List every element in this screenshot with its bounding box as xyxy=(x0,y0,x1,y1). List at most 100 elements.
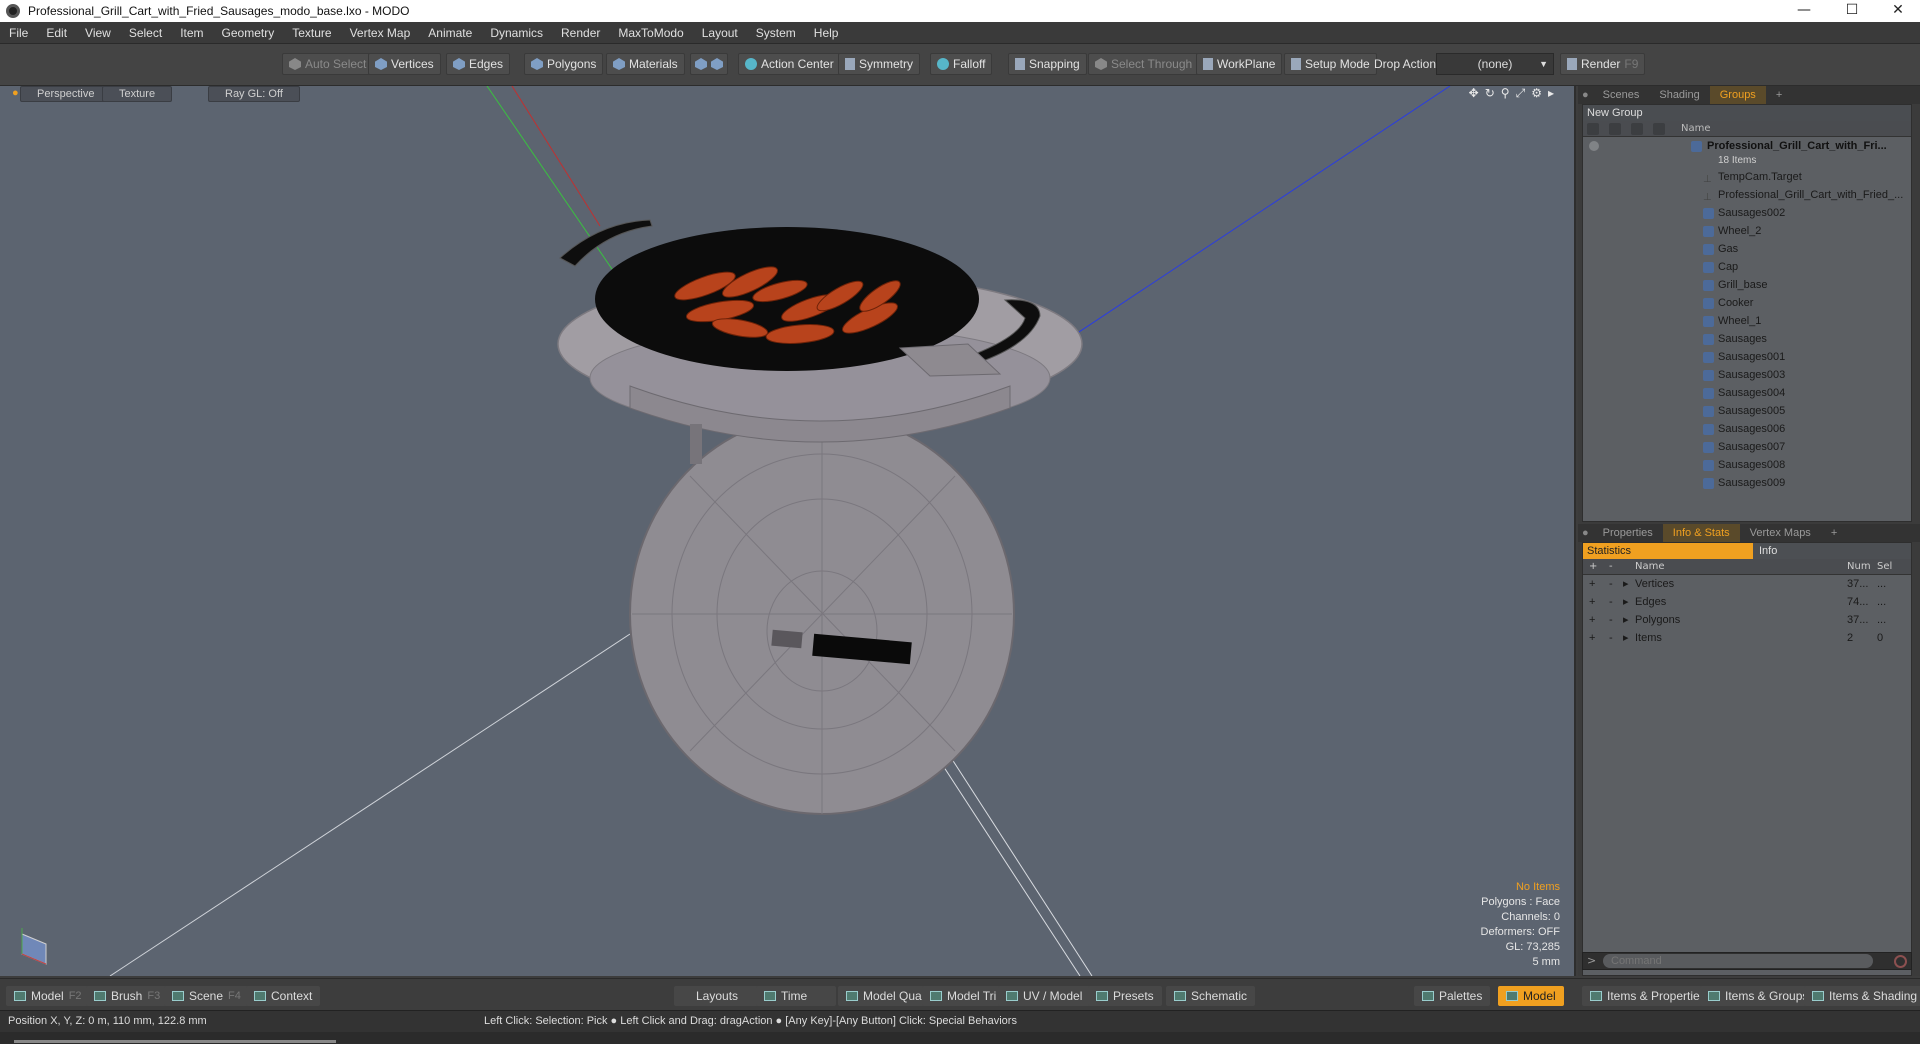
items-shading-button[interactable]: Items & Shading xyxy=(1804,986,1920,1006)
zoom-icon[interactable]: ⚲ xyxy=(1501,86,1510,101)
drop-action-dropdown[interactable]: (none) ▼ xyxy=(1436,53,1554,75)
expand-arrow-icon[interactable]: ▸ xyxy=(1623,611,1629,629)
command-input[interactable] xyxy=(1603,954,1873,968)
menu-render[interactable]: Render xyxy=(552,26,609,40)
tree-item[interactable]: Grill_base xyxy=(1583,276,1911,294)
tree-item[interactable]: Wheel_1 xyxy=(1583,312,1911,330)
tree-item[interactable]: Gas xyxy=(1583,240,1911,258)
scrollbar-thumb[interactable] xyxy=(14,1040,336,1043)
menu-geometry[interactable]: Geometry xyxy=(213,26,284,40)
tree-item[interactable]: Wheel_2 xyxy=(1583,222,1911,240)
minus-icon[interactable]: - xyxy=(1609,629,1613,647)
selection-sets-button[interactable] xyxy=(690,53,728,75)
model-layout-button[interactable]: Model F2 xyxy=(6,986,90,1006)
select-toggle-icon[interactable] xyxy=(1653,123,1665,135)
vertices-button[interactable]: Vertices xyxy=(368,53,441,75)
timeline-scrollbar[interactable] xyxy=(0,1032,1920,1044)
items-properties-button[interactable]: Items & Properties xyxy=(1582,986,1714,1006)
expand-arrow-icon[interactable]: ▸ xyxy=(1623,575,1629,593)
select-through-button[interactable]: Select Through xyxy=(1088,53,1200,75)
layouts-button[interactable]: Layouts xyxy=(674,986,761,1006)
new-group-button[interactable]: New Group xyxy=(1583,105,1911,121)
tree-item[interactable]: Cap xyxy=(1583,258,1911,276)
plus-icon[interactable]: + xyxy=(1589,611,1595,629)
menu-maxtomodo[interactable]: MaxToModo xyxy=(609,26,692,40)
tab-shading[interactable]: Shading xyxy=(1649,89,1709,101)
menu-texture[interactable]: Texture xyxy=(283,26,340,40)
tree-item[interactable]: Sausages008 xyxy=(1583,456,1911,474)
tree-item[interactable]: Sausages009 xyxy=(1583,474,1911,492)
tree-item[interactable]: Sausages007 xyxy=(1583,438,1911,456)
3d-viewport[interactable]: ● Perspective Texture Ray GL: Off ✥ ↻ ⚲ … xyxy=(0,86,1576,976)
tab-groups[interactable]: Groups xyxy=(1709,86,1766,104)
tab-scenes[interactable]: Scenes xyxy=(1593,89,1650,101)
snapping-button[interactable]: Snapping xyxy=(1008,53,1087,75)
panel-menu-icon[interactable]: ● xyxy=(1578,527,1593,539)
render-toggle-icon[interactable] xyxy=(1609,123,1621,135)
panel-menu-icon[interactable]: ● xyxy=(1578,89,1593,101)
minus-icon[interactable]: - xyxy=(1609,575,1613,593)
visibility-eye-icon[interactable] xyxy=(1589,141,1599,151)
tree-item[interactable]: Sausages005 xyxy=(1583,402,1911,420)
auto-select-button[interactable]: Auto Select xyxy=(282,53,374,75)
tab-perspective[interactable]: Perspective xyxy=(20,86,112,102)
scene-layout-button[interactable]: Scene F4 xyxy=(164,986,249,1006)
palettes-button[interactable]: Palettes xyxy=(1414,986,1491,1006)
add-tab-icon[interactable]: + xyxy=(1821,527,1847,539)
menu-item[interactable]: Item xyxy=(171,26,212,40)
menu-help[interactable]: Help xyxy=(805,26,848,40)
tree-item[interactable]: ⊥ Professional_Grill_Cart_with_Fried_... xyxy=(1583,186,1911,204)
tree-item[interactable]: ⊥ TempCam.Target xyxy=(1583,168,1911,186)
polygons-button[interactable]: Polygons xyxy=(524,53,604,75)
menu-vertex-map[interactable]: Vertex Map xyxy=(341,26,420,40)
falloff-button[interactable]: Falloff xyxy=(930,53,993,75)
render-button[interactable]: Render F9 xyxy=(1560,53,1646,75)
model-tri-button[interactable]: Model Tri xyxy=(922,986,1005,1006)
context-button[interactable]: Context xyxy=(246,986,321,1006)
group-root-item[interactable]: Professional_Grill_Cart_with_Fri... xyxy=(1583,137,1911,155)
pan-icon[interactable]: ✥ xyxy=(1469,86,1479,101)
stats-row[interactable]: + - ▸ Vertices 37...... xyxy=(1583,575,1911,593)
plus-icon[interactable]: + xyxy=(1589,593,1595,611)
stats-row[interactable]: + - ▸ Polygons 37...... xyxy=(1583,611,1911,629)
symmetry-button[interactable]: Symmetry xyxy=(838,53,920,75)
menu-dynamics[interactable]: Dynamics xyxy=(481,26,552,40)
tab-statistics[interactable]: Statistics xyxy=(1583,543,1753,559)
tree-item[interactable]: Cooker xyxy=(1583,294,1911,312)
settings-gear-icon[interactable]: ⚙ xyxy=(1531,86,1542,101)
menu-animate[interactable]: Animate xyxy=(419,26,481,40)
expand-arrow-icon[interactable]: ▸ xyxy=(1623,629,1629,647)
record-macro-icon[interactable] xyxy=(1894,955,1907,968)
menu-select[interactable]: Select xyxy=(120,26,171,40)
brush-layout-button[interactable]: Brush F3 xyxy=(86,986,169,1006)
tab-texture[interactable]: Texture xyxy=(102,86,173,102)
stats-row[interactable]: + - ▸ Items 2 0 xyxy=(1583,629,1911,647)
tab-vertex-maps[interactable]: Vertex Maps xyxy=(1740,527,1821,539)
plus-icon[interactable]: + xyxy=(1589,629,1595,647)
stats-row[interactable]: + - ▸ Edges 74...... xyxy=(1583,593,1911,611)
workplane-button[interactable]: WorkPlane xyxy=(1196,53,1283,75)
items-groups-button[interactable]: Items & Groups xyxy=(1700,986,1817,1006)
maximize-icon[interactable]: ☐ xyxy=(1830,0,1874,22)
edges-button[interactable]: Edges xyxy=(446,53,511,75)
menu-edit[interactable]: Edit xyxy=(37,26,76,40)
expand-arrow-icon[interactable]: ▸ xyxy=(1623,593,1629,611)
action-center-button[interactable]: Action Center xyxy=(738,53,841,75)
menu-view[interactable]: View xyxy=(76,26,120,40)
menu-system[interactable]: System xyxy=(747,26,805,40)
minus-icon[interactable]: - xyxy=(1609,611,1613,629)
tree-item[interactable]: Sausages003 xyxy=(1583,366,1911,384)
setup-mode-button[interactable]: Setup Mode xyxy=(1284,53,1377,75)
lock-icon[interactable] xyxy=(1631,123,1643,135)
tree-item[interactable]: Sausages006 xyxy=(1583,420,1911,438)
tab-properties[interactable]: Properties xyxy=(1593,527,1663,539)
add-tab-icon[interactable]: + xyxy=(1766,89,1792,101)
tab-info[interactable]: Info xyxy=(1753,543,1911,559)
tree-item[interactable]: Sausages002 xyxy=(1583,204,1911,222)
plus-icon[interactable]: + xyxy=(1589,575,1595,593)
presets-button[interactable]: Presets xyxy=(1088,986,1162,1006)
close-icon[interactable]: ✕ xyxy=(1876,0,1920,22)
expand-arrow-icon[interactable]: ▸ xyxy=(1548,86,1554,101)
tab-info-stats[interactable]: Info & Stats xyxy=(1662,524,1740,542)
uv-model-button[interactable]: UV / Model xyxy=(998,986,1091,1006)
